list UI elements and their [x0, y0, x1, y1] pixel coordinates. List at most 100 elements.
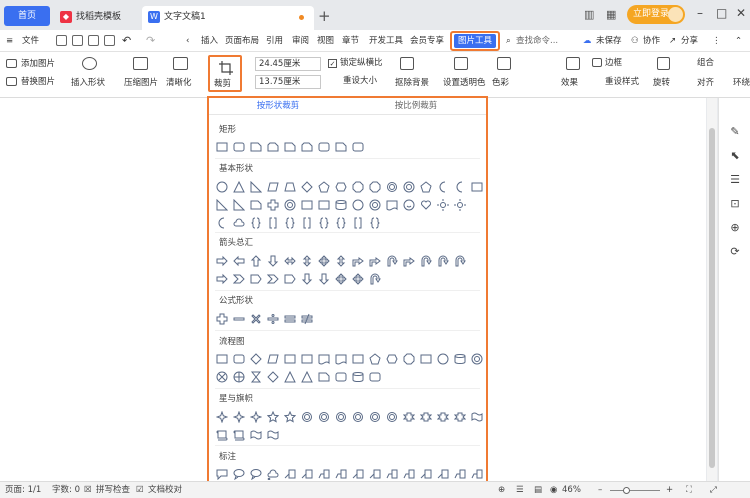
shape-callO-icon[interactable]: [249, 467, 262, 480]
shape-chevR-icon[interactable]: [266, 272, 279, 285]
shape-div-icon[interactable]: [266, 312, 279, 325]
shape-ring-icon[interactable]: [402, 180, 415, 193]
shape-pentArr-icon[interactable]: [249, 272, 262, 285]
height-input[interactable]: 13.75厘米: [255, 75, 321, 89]
shape-rrect-icon[interactable]: [232, 352, 245, 365]
spell-check-button[interactable]: 拼写检查: [96, 484, 130, 497]
shape-cyl-icon[interactable]: [453, 352, 466, 365]
shape-uturn-icon[interactable]: [453, 254, 466, 267]
shape-rect-icon[interactable]: [300, 198, 313, 211]
insert-shape-button[interactable]: 插入形状: [71, 77, 105, 89]
shape-star5-icon[interactable]: [266, 410, 279, 423]
zoom-out-icon[interactable]: –: [598, 484, 602, 497]
shape-sun-icon[interactable]: [453, 198, 466, 211]
shape-brace-icon[interactable]: [334, 216, 347, 229]
shape-diam-icon[interactable]: [249, 352, 262, 365]
preview-icon[interactable]: [104, 35, 115, 46]
add-picture-button[interactable]: 添加图片: [21, 58, 55, 70]
shape-arrowR-icon[interactable]: [215, 254, 228, 267]
shape-seal-icon[interactable]: [334, 410, 347, 423]
page-count[interactable]: 页面: 1/1: [5, 484, 41, 497]
shape-snip-icon[interactable]: [283, 140, 296, 153]
scroll-thumb[interactable]: [709, 128, 715, 468]
rotate-button[interactable]: 旋转: [653, 77, 670, 89]
shape-bent-icon[interactable]: [368, 254, 381, 267]
wrap-button[interactable]: 环绕: [733, 77, 750, 89]
print-icon[interactable]: [88, 35, 99, 46]
shape-line1-icon[interactable]: [283, 467, 296, 480]
effects-button[interactable]: 效果: [561, 77, 578, 89]
proofread-button[interactable]: 文档校对: [148, 484, 182, 497]
layout-icon[interactable]: ▥: [584, 8, 594, 21]
shape-tri-icon[interactable]: [300, 370, 313, 383]
shape-line2-icon[interactable]: [470, 467, 483, 480]
more-icon[interactable]: ⋮: [712, 30, 721, 52]
crop-button[interactable]: 裁剪: [208, 55, 242, 92]
shape-moon-icon[interactable]: [215, 216, 228, 229]
shape-uturn-icon[interactable]: [368, 272, 381, 285]
shape-snip2-icon[interactable]: [300, 140, 313, 153]
shape-uturn-icon[interactable]: [419, 254, 432, 267]
shape-star5-icon[interactable]: [283, 410, 296, 423]
shape-arrowU-icon[interactable]: [249, 254, 262, 267]
undo-icon[interactable]: ↶: [122, 30, 131, 52]
tab-home[interactable]: 首页: [4, 6, 50, 26]
shape-hex-icon[interactable]: [334, 180, 347, 193]
menu-chapter[interactable]: 章节: [342, 30, 359, 52]
reading-view-icon[interactable]: ▤: [534, 484, 542, 497]
shape-ribbon-icon[interactable]: [453, 410, 466, 423]
collaborate-button[interactable]: 协作: [643, 30, 660, 52]
shape-rect-icon[interactable]: [351, 352, 364, 365]
shape-rect-icon[interactable]: [419, 352, 432, 365]
shape-arrowLR-icon[interactable]: [283, 254, 296, 267]
shape-seal-icon[interactable]: [368, 410, 381, 423]
shape-scroll-icon[interactable]: [232, 428, 245, 441]
shape-star4-icon[interactable]: [215, 410, 228, 423]
shape-rrect-icon[interactable]: [368, 370, 381, 383]
shape-seal-icon[interactable]: [317, 410, 330, 423]
compass-icon[interactable]: ⊕: [729, 222, 741, 234]
shape-pent-icon[interactable]: [368, 352, 381, 365]
shape-arrowUD-icon[interactable]: [300, 254, 313, 267]
web-view-icon[interactable]: ⊕: [498, 484, 505, 497]
shape-quad-icon[interactable]: [351, 272, 364, 285]
shape-moon-icon[interactable]: [436, 180, 449, 193]
shape-snip2-icon[interactable]: [266, 140, 279, 153]
outline-view-icon[interactable]: ☰: [516, 484, 524, 497]
shape-neq-icon[interactable]: [300, 312, 313, 325]
menu-page-layout[interactable]: 页面布局: [225, 30, 259, 52]
shape-rect-icon[interactable]: [215, 140, 228, 153]
shape-oct-icon[interactable]: [402, 352, 415, 365]
shape-xcirc-icon[interactable]: [215, 370, 228, 383]
export-icon[interactable]: [72, 35, 83, 46]
tab-crop-by-ratio[interactable]: 按比例裁剪: [347, 98, 485, 115]
shape-moon-icon[interactable]: [453, 180, 466, 193]
shape-pent-icon[interactable]: [419, 180, 432, 193]
shape-cyl-icon[interactable]: [334, 198, 347, 211]
zoom-slider[interactable]: [610, 490, 660, 491]
shape-sun-icon[interactable]: [436, 198, 449, 211]
shape-arrowR-icon[interactable]: [215, 272, 228, 285]
vertical-scrollbar[interactable]: [707, 98, 717, 481]
shape-line1-icon[interactable]: [436, 467, 449, 480]
shape-quad-icon[interactable]: [317, 254, 330, 267]
shape-arrowUD-icon[interactable]: [334, 254, 347, 267]
shape-para-icon[interactable]: [266, 352, 279, 365]
shape-rect-icon[interactable]: [215, 352, 228, 365]
shape-rrect-icon[interactable]: [351, 140, 364, 153]
shape-rrect-icon[interactable]: [334, 370, 347, 383]
redo-icon[interactable]: ↷: [146, 30, 155, 52]
shape-arrowL-icon[interactable]: [232, 254, 245, 267]
shape-rect-icon[interactable]: [283, 352, 296, 365]
shape-callR-icon[interactable]: [215, 467, 228, 480]
shape-pentArr-icon[interactable]: [283, 272, 296, 285]
shape-uturn-icon[interactable]: [436, 254, 449, 267]
eye-icon[interactable]: ◉: [550, 484, 557, 497]
shape-line2-icon[interactable]: [385, 467, 398, 480]
shape-tri-icon[interactable]: [232, 180, 245, 193]
shape-smile-icon[interactable]: [402, 198, 415, 211]
close-icon[interactable]: ✕: [736, 6, 746, 20]
shape-snip-icon[interactable]: [249, 140, 262, 153]
shape-arrowD-icon[interactable]: [300, 272, 313, 285]
zoom-in-icon[interactable]: +: [666, 484, 673, 497]
